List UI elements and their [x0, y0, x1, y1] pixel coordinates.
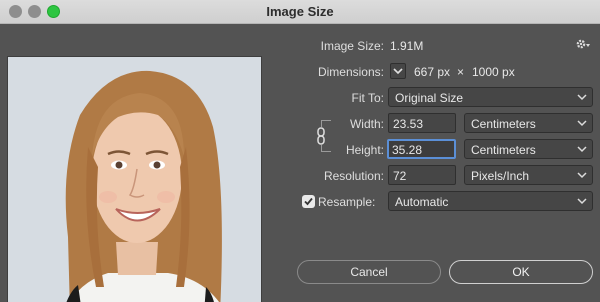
chevron-down-icon [577, 198, 587, 205]
resample-label: Resample: [318, 195, 376, 209]
resample-select[interactable]: Automatic [388, 191, 593, 211]
resolution-field[interactable]: 72 [388, 165, 456, 185]
resolution-label: Resolution: [323, 169, 384, 183]
resolution-unit-select[interactable]: Pixels/Inch [464, 165, 593, 185]
dimensions-height: 1000 px [472, 65, 515, 79]
image-size-label: Image Size: [320, 39, 384, 53]
title-bar: Image Size [0, 0, 600, 24]
width-unit-select[interactable]: Centimeters [464, 113, 593, 133]
chevron-down-icon [577, 120, 587, 127]
gear-icon[interactable] [575, 37, 591, 51]
chevron-down-icon [577, 172, 587, 179]
resample-checkbox[interactable] [302, 195, 315, 208]
fit-to-value: Original Size [395, 91, 464, 105]
width-unit-value: Centimeters [471, 117, 536, 131]
fit-to-select[interactable]: Original Size [388, 87, 593, 107]
portrait-image [8, 57, 261, 302]
height-label: Height: [345, 143, 384, 157]
dimensions-toggle-button[interactable] [390, 63, 406, 79]
width-label: Width: [349, 117, 384, 131]
resample-value: Automatic [395, 195, 449, 209]
width-field[interactable]: 23.53 [388, 113, 456, 133]
fit-to-label: Fit To: [351, 91, 384, 105]
chevron-down-icon [393, 68, 403, 75]
chevron-down-icon [577, 146, 587, 153]
chevron-down-icon [577, 94, 587, 101]
window-title: Image Size [266, 4, 334, 19]
dimensions-times: × [457, 65, 465, 79]
height-field[interactable]: 35.28 [387, 139, 456, 159]
dimensions-label: Dimensions: [317, 65, 384, 79]
height-unit-value: Centimeters [471, 143, 536, 157]
resolution-unit-value: Pixels/Inch [471, 169, 530, 183]
ok-button[interactable]: OK [449, 260, 593, 284]
image-size-value: 1.91M [390, 39, 424, 53]
cancel-button[interactable]: Cancel [297, 260, 441, 284]
image-size-dialog: Image Size: 1.91M Dimensions: 667 px × 1… [0, 24, 600, 302]
height-unit-select[interactable]: Centimeters [464, 139, 593, 159]
image-preview[interactable] [7, 56, 262, 302]
checkmark-icon [304, 197, 313, 206]
dimensions-width: 667 px [414, 65, 451, 79]
